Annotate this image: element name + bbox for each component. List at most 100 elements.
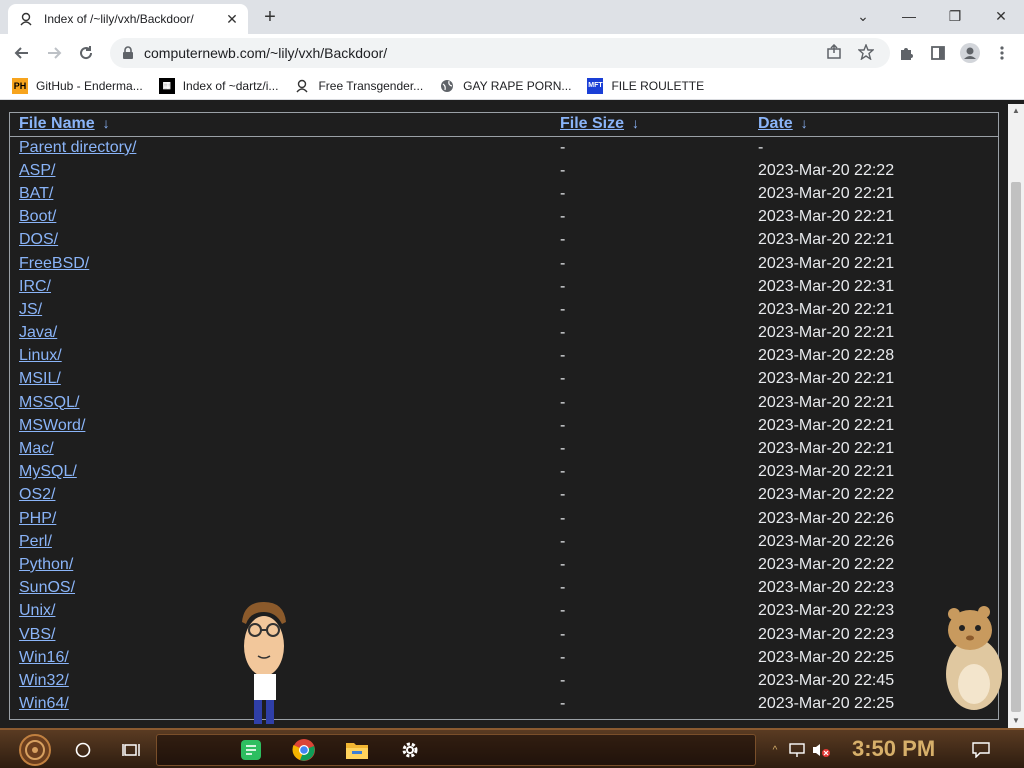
browser-tab[interactable]: Index of /~lily/vxh/Backdoor/ ✕ bbox=[8, 4, 248, 34]
directory-link[interactable]: DOS/ bbox=[19, 231, 58, 248]
file-size-cell: - bbox=[560, 532, 566, 550]
menu-icon[interactable] bbox=[988, 39, 1016, 67]
file-size-cell: - bbox=[560, 347, 566, 365]
directory-link[interactable]: Python/ bbox=[19, 556, 73, 573]
directory-link[interactable]: JS/ bbox=[19, 301, 42, 318]
settings-icon[interactable] bbox=[394, 734, 426, 766]
start-button[interactable] bbox=[12, 734, 58, 766]
directory-link[interactable]: Mac/ bbox=[19, 440, 54, 457]
directory-link[interactable]: Linux/ bbox=[19, 347, 62, 364]
directory-link[interactable]: Boot/ bbox=[19, 208, 56, 225]
table-row: DOS/ - 2023-Mar-20 22:21 bbox=[10, 229, 998, 252]
profile-icon[interactable] bbox=[956, 39, 984, 67]
parent-directory-link[interactable]: Parent directory/ bbox=[19, 139, 136, 156]
file-name-cell: Java/ bbox=[10, 322, 551, 345]
directory-link[interactable]: ASP/ bbox=[19, 162, 55, 179]
file-size-cell: - bbox=[560, 555, 566, 573]
notifications-icon[interactable] bbox=[968, 734, 994, 766]
reload-icon[interactable] bbox=[72, 39, 100, 67]
table-row: Win64/-2023-Mar-20 22:25 bbox=[10, 693, 998, 716]
lock-icon[interactable] bbox=[120, 45, 136, 61]
header-date: Date ↓ bbox=[749, 113, 998, 137]
table-row: Parent directory/ - - bbox=[10, 136, 998, 159]
header-file-size: File Size ↓ bbox=[551, 113, 749, 137]
sort-by-date-link[interactable]: Date bbox=[758, 115, 793, 132]
sort-by-name-link[interactable]: File Name bbox=[19, 115, 95, 132]
directory-link[interactable]: Perl/ bbox=[19, 533, 52, 550]
side-panel-icon[interactable] bbox=[924, 39, 952, 67]
minimize-button[interactable]: — bbox=[886, 0, 932, 32]
address-bar[interactable]: computernewb.com/~lily/vxh/Backdoor/ bbox=[110, 38, 890, 68]
file-size-cell: - bbox=[560, 486, 566, 504]
sort-arrow-icon[interactable]: ↓ bbox=[103, 115, 110, 131]
search-button[interactable] bbox=[68, 734, 98, 766]
directory-link[interactable]: MSSQL/ bbox=[19, 394, 79, 411]
directory-link[interactable]: MSWord/ bbox=[19, 417, 85, 434]
directory-link[interactable]: FreeBSD/ bbox=[19, 255, 89, 272]
directory-link[interactable]: VBS/ bbox=[19, 626, 55, 643]
extensions-icon[interactable] bbox=[892, 39, 920, 67]
directory-link[interactable]: Win64/ bbox=[19, 695, 69, 712]
scroll-up-arrow-icon[interactable]: ▲ bbox=[1008, 104, 1024, 118]
sort-arrow-icon[interactable]: ↓ bbox=[632, 115, 639, 131]
new-tab-button[interactable]: + bbox=[258, 6, 282, 30]
directory-link[interactable]: MySQL/ bbox=[19, 463, 77, 480]
show-hidden-icons-icon[interactable]: ^ bbox=[768, 734, 782, 766]
bookmark-star-icon[interactable] bbox=[854, 40, 878, 64]
date-cell: 2023-Mar-20 22:22 bbox=[758, 161, 895, 179]
table-row: Win32/-2023-Mar-20 22:45 bbox=[10, 669, 998, 692]
bookmark-item[interactable]: PH GitHub - Enderma... bbox=[12, 77, 143, 94]
chrome-icon[interactable] bbox=[288, 734, 320, 766]
bookmark-item[interactable]: MFT FILE ROULETTE bbox=[587, 77, 704, 94]
sort-arrow-icon[interactable]: ↓ bbox=[801, 115, 808, 131]
sort-by-size-link[interactable]: File Size bbox=[560, 115, 624, 132]
ph-icon: PH bbox=[12, 77, 28, 94]
bookmark-item[interactable]: Free Transgender... bbox=[294, 78, 423, 94]
taskbar-clock[interactable]: 3:50 PM bbox=[852, 736, 935, 762]
table-row: OS2/ - 2023-Mar-20 22:22 bbox=[10, 484, 998, 507]
close-window-button[interactable]: ✕ bbox=[978, 0, 1024, 32]
directory-link[interactable]: MSIL/ bbox=[19, 370, 61, 387]
directory-link[interactable]: IRC/ bbox=[19, 278, 51, 295]
hamster-sprite bbox=[946, 606, 1002, 710]
scroll-down-arrow-icon[interactable]: ▼ bbox=[1008, 714, 1024, 728]
file-explorer-icon[interactable] bbox=[341, 734, 373, 766]
file-name-cell: SunOS/ bbox=[10, 577, 551, 600]
notes-app-icon[interactable] bbox=[236, 734, 266, 766]
directory-link[interactable]: Unix/ bbox=[19, 602, 55, 619]
forward-icon[interactable] bbox=[40, 39, 68, 67]
directory-link[interactable]: OS2/ bbox=[19, 486, 55, 503]
restore-button[interactable]: ❐ bbox=[932, 0, 978, 32]
table-row: Win16/-2023-Mar-20 22:25 bbox=[10, 646, 998, 669]
spy-favicon-icon bbox=[18, 11, 34, 27]
directory-link[interactable]: BAT/ bbox=[19, 185, 53, 202]
scrollbar-thumb[interactable] bbox=[1011, 182, 1021, 712]
table-row: Perl/ - 2023-Mar-20 22:26 bbox=[10, 530, 998, 553]
network-icon[interactable] bbox=[786, 734, 808, 766]
file-size-cell: - bbox=[560, 648, 566, 666]
file-name-cell: Mac/ bbox=[10, 437, 551, 460]
tab-search-icon[interactable]: ⌄ bbox=[840, 0, 886, 32]
directory-link[interactable]: Win16/ bbox=[19, 649, 69, 666]
browser-toolbar: computernewb.com/~lily/vxh/Backdoor/ bbox=[0, 34, 1024, 72]
file-name-cell: OS2/ bbox=[10, 484, 551, 507]
directory-link[interactable]: SunOS/ bbox=[19, 579, 75, 596]
task-view-button[interactable] bbox=[116, 734, 146, 766]
file-size-cell: - bbox=[560, 231, 566, 249]
volume-muted-icon[interactable] bbox=[810, 734, 832, 766]
table-row: BAT/ - 2023-Mar-20 22:21 bbox=[10, 182, 998, 205]
vertical-scrollbar[interactable]: ▲ ▼ bbox=[1008, 104, 1024, 728]
back-icon[interactable] bbox=[8, 39, 36, 67]
bookmark-item[interactable]: GAY RAPE PORN... bbox=[439, 78, 571, 94]
file-name-cell: Python/ bbox=[10, 553, 551, 576]
table-row: FreeBSD/ - 2023-Mar-20 22:21 bbox=[10, 252, 998, 275]
share-icon[interactable] bbox=[822, 40, 846, 64]
directory-link[interactable]: Win32/ bbox=[19, 672, 69, 689]
table-row: MSIL/ - 2023-Mar-20 22:21 bbox=[10, 368, 998, 391]
directory-link[interactable]: PHP/ bbox=[19, 510, 56, 527]
bookmark-item[interactable]: ▦ Index of ~dartz/i... bbox=[158, 77, 278, 94]
directory-link[interactable]: Java/ bbox=[19, 324, 57, 341]
mft-icon: MFT bbox=[587, 77, 604, 94]
tab-close-icon[interactable]: ✕ bbox=[224, 11, 240, 27]
hank-hill-sprite bbox=[242, 602, 286, 724]
